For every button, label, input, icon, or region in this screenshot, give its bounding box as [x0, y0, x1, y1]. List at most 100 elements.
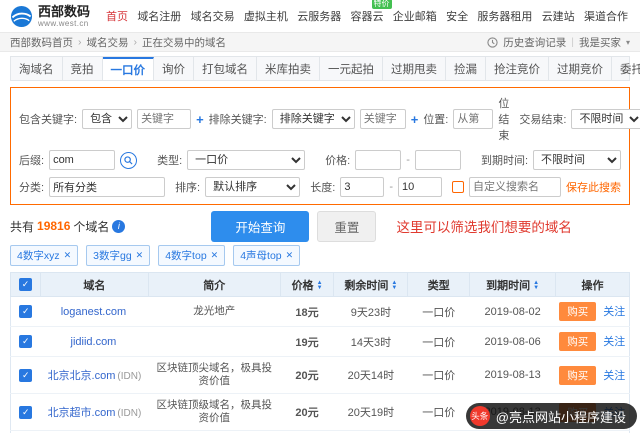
exclude-mode-select[interactable]: 排除关键字	[271, 109, 355, 129]
time-left: 9天23时	[333, 296, 408, 327]
breadcrumb-current: 正在交易中的域名	[142, 36, 226, 49]
filter-row-type: 后缀: 类型: 一口价 价格: 到期时间: 不限时间	[19, 150, 622, 170]
follow-link[interactable]: 关注	[603, 370, 625, 382]
nav-item-cloud-website[interactable]: 云建站	[542, 8, 575, 24]
include-mode-select[interactable]: 包含	[82, 109, 133, 129]
length-max-input[interactable]	[398, 177, 442, 197]
domain-link[interactable]: 北京北京.com	[48, 370, 116, 382]
nav-item-enterprise-mail[interactable]: 企业邮箱	[393, 8, 437, 24]
price-min-input[interactable]	[355, 150, 402, 170]
role-selector[interactable]: 我是买家	[579, 35, 621, 50]
reset-button[interactable]: 重置	[317, 210, 377, 242]
info-icon[interactable]	[112, 219, 126, 233]
domain-link[interactable]: jidiid.com	[71, 336, 117, 348]
save-search-link[interactable]: 保存此搜索	[566, 179, 621, 195]
filter-tag[interactable]: 4数字top	[158, 245, 226, 266]
tag-close-icon[interactable]	[211, 250, 219, 261]
time-left: 20天19时	[333, 393, 408, 431]
domain-link[interactable]: 北京超市.com	[48, 407, 116, 419]
tab-expired-bid[interactable]: 过期竞价	[549, 57, 612, 80]
nav-item-virtual-host[interactable]: 虚拟主机	[244, 8, 288, 24]
buy-button[interactable]: 购买	[559, 365, 597, 385]
tab-entrust-buy[interactable]: 委托买入	[612, 57, 640, 80]
table-row: loganest.com 龙光地产 18元 9天23时 一口价 2019-08-…	[10, 296, 630, 327]
row-checkbox[interactable]	[19, 405, 33, 419]
row-checkbox[interactable]	[19, 368, 33, 382]
logo-globe-icon	[10, 5, 33, 27]
length-min-input[interactable]	[340, 177, 385, 197]
tab-auction[interactable]: 竞拍	[63, 57, 103, 80]
col-domain: 域名	[39, 272, 149, 297]
nav-item-security[interactable]: 安全	[446, 8, 468, 24]
history-query-link[interactable]: 历史查询记录	[503, 35, 566, 50]
filter-tag[interactable]: 4数字xyz	[10, 245, 79, 266]
col-expire: 到期时间	[469, 272, 557, 297]
price-label: 价格:	[325, 155, 351, 167]
nav-item-server-rental[interactable]: 服务器租用	[477, 8, 532, 24]
sort-expire-icon[interactable]	[533, 281, 539, 291]
follow-link[interactable]: 关注	[603, 336, 625, 348]
buy-button[interactable]: 购买	[559, 332, 597, 351]
tab-bargain[interactable]: 捡漏	[446, 57, 486, 80]
exclude-keyword-input[interactable]	[359, 109, 406, 129]
nav-item-domain-register[interactable]: 域名注册	[137, 8, 181, 24]
follow-link[interactable]: 关注	[603, 306, 625, 318]
nav-item-home[interactable]: 首页	[106, 8, 128, 24]
tab-fixed-price[interactable]: 一口价	[102, 57, 154, 80]
category-input[interactable]	[49, 177, 166, 197]
tab-inquiry[interactable]: 询价	[154, 57, 194, 80]
breadcrumb-separator	[78, 36, 82, 48]
tab-one-yuan[interactable]: 一元起拍	[320, 57, 383, 80]
custom-search-input[interactable]	[469, 177, 561, 197]
tag-close-icon[interactable]	[64, 250, 72, 261]
trade-type: 一口价	[407, 326, 470, 357]
domain-price: 20元	[280, 356, 334, 394]
tag-close-icon[interactable]	[286, 250, 294, 261]
trade-type: 一口价	[407, 393, 470, 431]
custom-search-checkbox[interactable]	[452, 181, 464, 193]
filter-tag[interactable]: 3数字gg	[86, 245, 151, 266]
tab-tao-domain[interactable]: 淘域名	[11, 57, 63, 80]
position-input[interactable]	[453, 109, 494, 129]
filter-row-keywords: 包含关键字: 包含 排除关键字: 排除关键字 位置: 位结束 交易结束: 不限时…	[19, 95, 640, 143]
row-checkbox[interactable]	[19, 335, 33, 348]
row-checkbox[interactable]	[19, 305, 33, 318]
nav-item-container-cloud[interactable]: 容器云 特价	[351, 0, 392, 24]
start-search-button[interactable]: 开始查询	[211, 210, 310, 242]
tag-close-icon[interactable]	[136, 250, 144, 261]
tab-expired-sale[interactable]: 过期甩卖	[383, 57, 446, 80]
filter-tag[interactable]: 4声母top	[233, 245, 301, 266]
logo-text: 西部数码 www.west.cn	[38, 4, 90, 28]
buy-button[interactable]: 购买	[559, 302, 597, 321]
trade-type: 一口价	[407, 356, 470, 394]
table-row: 北京北京.com(IDN) 区块链顶尖域名，极具投资价值 20元 20天14时 …	[10, 356, 630, 394]
watermark-text: @亮点网站小程序建设	[495, 409, 626, 425]
breadcrumb-section[interactable]: 域名交易	[87, 35, 129, 50]
top-header: 西部数码 www.west.cn 首页 域名注册 域名交易 虚拟主机 云服务器 …	[0, 0, 640, 32]
select-all-checkbox[interactable]	[18, 278, 32, 291]
include-keyword-input[interactable]	[137, 109, 192, 129]
nav-item-domain-trade[interactable]: 域名交易	[191, 8, 235, 24]
suffix-search-icon[interactable]	[120, 151, 138, 169]
sort-select[interactable]: 默认排序	[205, 177, 301, 197]
type-select[interactable]: 一口价	[187, 150, 306, 170]
add-include-keyword-icon[interactable]	[196, 112, 204, 127]
tab-package[interactable]: 打包域名	[194, 57, 257, 80]
trade-tabs: 淘域名 竞拍 一口价 询价 打包域名 米库拍卖 一元起拍 过期甩卖 捡漏 抢注竞…	[10, 56, 640, 81]
price-max-input[interactable]	[414, 150, 461, 170]
tab-miku-auction[interactable]: 米库拍卖	[257, 57, 320, 80]
sort-price-icon[interactable]	[317, 281, 323, 291]
breadcrumb-home[interactable]: 西部数码首页	[10, 35, 73, 50]
expire-label: 到期时间:	[480, 155, 529, 167]
tab-preorder-bid[interactable]: 抢注竞价	[486, 57, 549, 80]
trade-end-select[interactable]: 不限时间	[571, 109, 640, 129]
domain-link[interactable]: loganest.com	[61, 306, 126, 318]
site-logo[interactable]: 西部数码 www.west.cn	[10, 4, 90, 28]
expire-select[interactable]: 不限时间	[533, 150, 622, 170]
suffix-input[interactable]	[49, 150, 116, 170]
sort-time-left-icon[interactable]	[391, 281, 397, 291]
add-exclude-keyword-icon[interactable]	[411, 112, 419, 127]
nav-item-channel[interactable]: 渠道合作	[584, 8, 628, 24]
nav-item-cloud-server[interactable]: 云服务器	[297, 8, 341, 24]
result-count: 共有 19816 个域名	[10, 218, 126, 235]
